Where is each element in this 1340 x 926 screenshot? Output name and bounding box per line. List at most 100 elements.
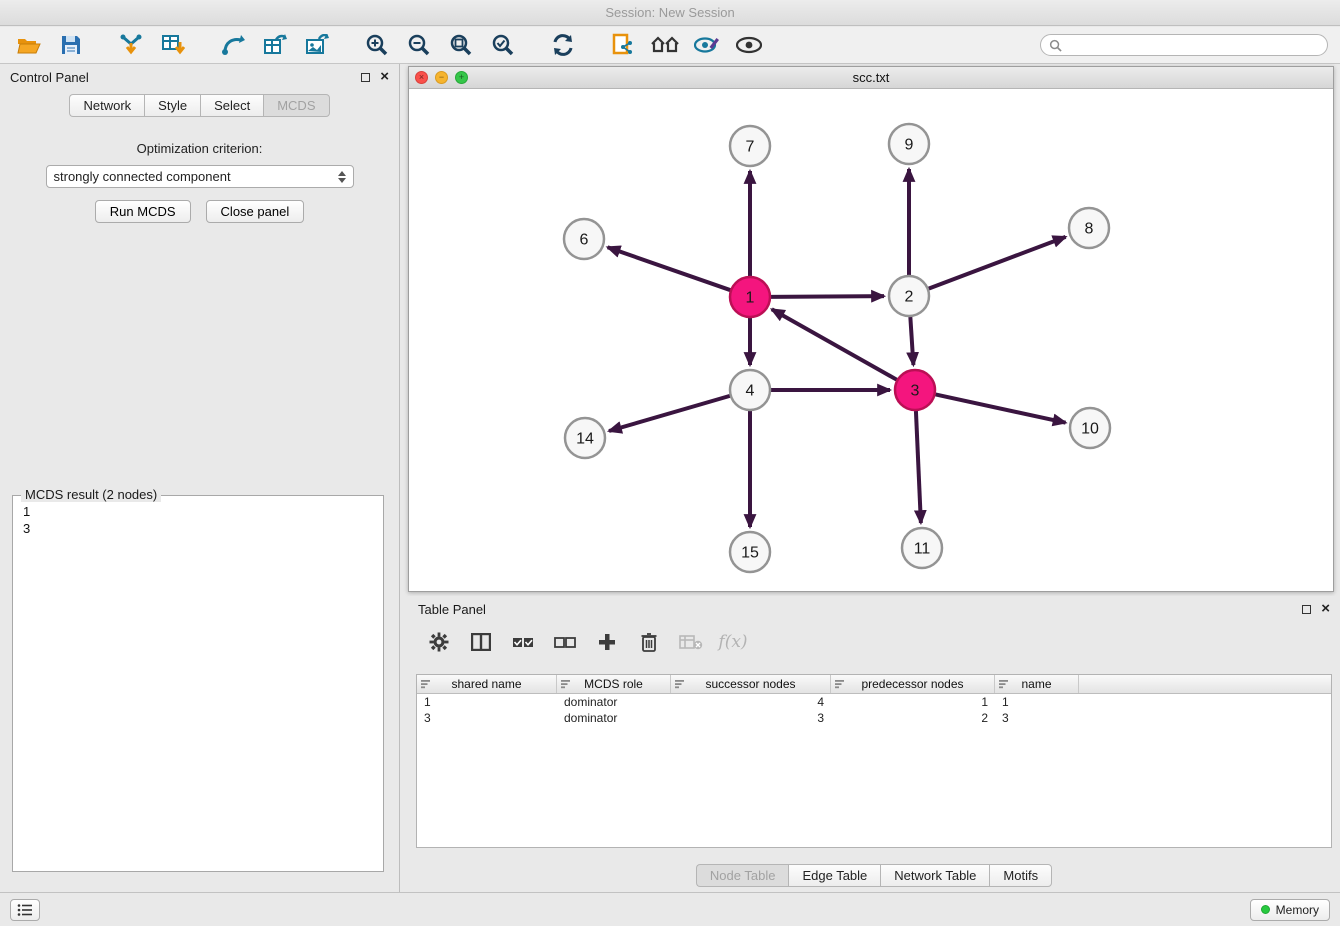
open-session-button[interactable] <box>12 30 46 60</box>
open-session-icon <box>17 35 41 55</box>
function-builder-button[interactable]: f(x) <box>720 629 746 655</box>
node-15[interactable]: 15 <box>730 532 770 572</box>
search-box[interactable] <box>1040 34 1328 56</box>
table-cell[interactable]: 3 <box>671 710 831 726</box>
node-3[interactable]: 3 <box>895 370 935 410</box>
copy-network-button[interactable] <box>606 30 640 60</box>
minimize-window-icon[interactable] <box>435 71 448 84</box>
tab-mcds[interactable]: MCDS <box>263 94 329 117</box>
table-cell[interactable]: 1 <box>995 694 1079 710</box>
node-14[interactable]: 14 <box>565 418 605 458</box>
table-cell[interactable]: 1 <box>831 694 995 710</box>
edge-2-3[interactable] <box>910 317 913 365</box>
table-cell[interactable]: 3 <box>417 710 557 726</box>
edge-1-2[interactable] <box>771 296 884 297</box>
header-cell-shared-name[interactable]: shared name <box>417 675 557 693</box>
node-10[interactable]: 10 <box>1070 408 1110 448</box>
node-8[interactable]: 8 <box>1069 208 1109 248</box>
close-window-icon[interactable] <box>415 71 428 84</box>
import-network-button[interactable] <box>114 30 148 60</box>
header-cell-name[interactable]: name <box>995 675 1079 693</box>
export-image-button[interactable] <box>300 30 334 60</box>
table-tab-edge-table[interactable]: Edge Table <box>788 864 880 887</box>
zoom-fit-button[interactable] <box>444 30 478 60</box>
node-6[interactable]: 6 <box>564 219 604 259</box>
gear-icon <box>429 632 449 652</box>
network-analyzer-icon <box>650 35 680 55</box>
result-item[interactable]: 3 <box>23 520 373 537</box>
network-canvas[interactable]: 7 9 6 8 1 2 4 3 14 10 15 11 <box>409 89 1333 591</box>
edge-3-11[interactable] <box>916 411 921 523</box>
search-input[interactable] <box>1067 38 1319 52</box>
table-row[interactable]: 3dominator323 <box>417 710 1331 726</box>
table-tab-node-table[interactable]: Node Table <box>696 864 789 887</box>
tab-style[interactable]: Style <box>144 94 200 117</box>
apply-layout-button[interactable] <box>546 30 580 60</box>
select-all-button[interactable] <box>510 629 536 655</box>
copy-network-icon <box>611 33 635 57</box>
trash-icon <box>640 632 658 652</box>
save-session-button[interactable] <box>54 30 88 60</box>
export-image-icon <box>305 34 329 56</box>
result-item[interactable]: 1 <box>23 503 373 520</box>
new-network-button[interactable] <box>216 30 250 60</box>
table-panel-close-icon[interactable]: × <box>1321 604 1330 614</box>
control-panel-close-icon[interactable]: × <box>380 72 389 82</box>
edge-2-8[interactable] <box>929 237 1066 289</box>
table-toolbar: f(x) <box>416 624 1332 660</box>
header-cell-filler <box>1079 675 1331 693</box>
node-1[interactable]: 1 <box>730 277 770 317</box>
mcds-result-box: MCDS result (2 nodes) 13 <box>12 495 384 872</box>
edge-3-1[interactable] <box>772 309 897 379</box>
control-panel-float-icon[interactable] <box>361 73 370 82</box>
table-cell[interactable]: 2 <box>831 710 995 726</box>
optimization-dropdown[interactable]: strongly connected component <box>46 165 354 188</box>
table-row[interactable]: 1dominator411 <box>417 694 1331 710</box>
zoom-out-button[interactable] <box>402 30 436 60</box>
task-history-button[interactable] <box>10 899 40 921</box>
zoom-selected-button[interactable] <box>486 30 520 60</box>
edge-1-6[interactable] <box>608 247 731 290</box>
table-cell[interactable]: 1 <box>417 694 557 710</box>
edge-3-10[interactable] <box>936 394 1066 422</box>
eye-button[interactable] <box>732 30 766 60</box>
style-button[interactable] <box>690 30 724 60</box>
delete-button[interactable] <box>636 629 662 655</box>
add-column-button[interactable] <box>594 629 620 655</box>
export-table-button[interactable] <box>258 30 292 60</box>
table-tab-motifs[interactable]: Motifs <box>989 864 1052 887</box>
mcds-result-list[interactable]: 13 <box>13 496 383 544</box>
tab-network[interactable]: Network <box>69 94 144 117</box>
table-panel-float-icon[interactable] <box>1302 605 1311 614</box>
network-window-title: scc.txt <box>853 70 890 85</box>
node-9[interactable]: 9 <box>889 124 929 164</box>
gear-button[interactable] <box>426 629 452 655</box>
table-cell[interactable]: dominator <box>557 694 671 710</box>
network-analyzer-button[interactable] <box>648 30 682 60</box>
node-2[interactable]: 2 <box>889 276 929 316</box>
header-cell-predecessor-nodes[interactable]: predecessor nodes <box>831 675 995 693</box>
delete-table-button[interactable] <box>678 629 704 655</box>
close-panel-button[interactable]: Close panel <box>206 200 305 223</box>
zoom-window-icon[interactable] <box>455 71 468 84</box>
import-table-button[interactable] <box>156 30 190 60</box>
zoom-in-button[interactable] <box>360 30 394 60</box>
control-panel-title: Control Panel <box>10 70 89 85</box>
deselect-all-button[interactable] <box>552 629 578 655</box>
table-tab-network-table[interactable]: Network Table <box>880 864 989 887</box>
table-cell[interactable]: dominator <box>557 710 671 726</box>
edge-4-14[interactable] <box>609 396 730 431</box>
tab-select[interactable]: Select <box>200 94 263 117</box>
node-7[interactable]: 7 <box>730 126 770 166</box>
application-window: Session: New Session <box>0 0 1340 926</box>
zoom-fit-icon <box>449 33 473 57</box>
table-cell[interactable]: 3 <box>995 710 1079 726</box>
table-cell[interactable]: 4 <box>671 694 831 710</box>
header-cell-successor-nodes[interactable]: successor nodes <box>671 675 831 693</box>
run-mcds-button[interactable]: Run MCDS <box>95 200 191 223</box>
column-button[interactable] <box>468 629 494 655</box>
memory-button[interactable]: Memory <box>1250 899 1330 921</box>
node-11[interactable]: 11 <box>902 528 942 568</box>
node-4[interactable]: 4 <box>730 370 770 410</box>
header-cell-mcds-role[interactable]: MCDS role <box>557 675 671 693</box>
